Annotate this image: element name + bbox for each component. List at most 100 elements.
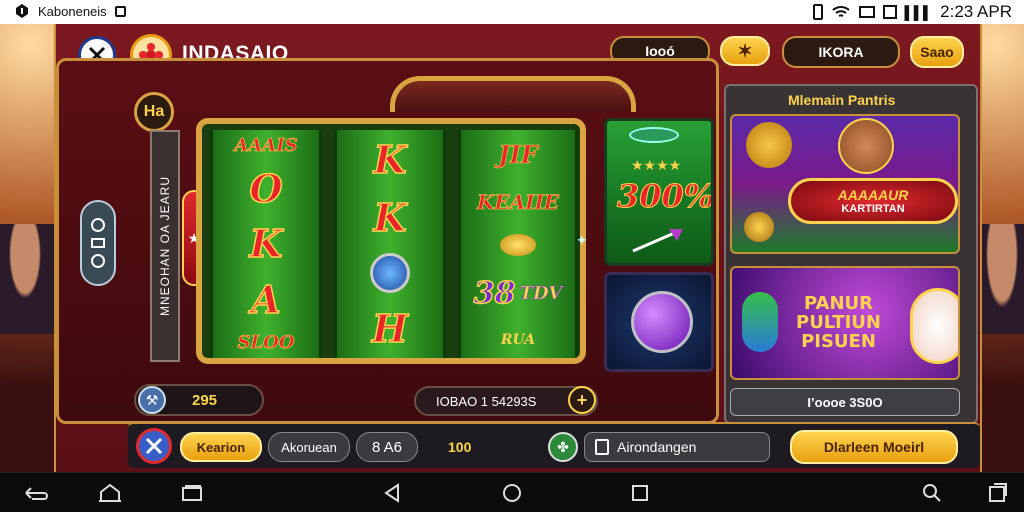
promo-card-2-line3: PISUEN	[801, 331, 876, 352]
recents-icon	[182, 485, 202, 501]
clover-chips-icon	[742, 292, 778, 352]
bonus-tile-gem-icon	[629, 127, 679, 143]
screenshot-icon	[989, 483, 1007, 502]
bonus-stars: ★★★★	[631, 157, 682, 173]
slot-reels: AAAIS O K A SLOO K K H JIF KEAIIE 38 TDV…	[196, 118, 586, 364]
back-arrow-icon	[25, 487, 48, 500]
arrow-icon	[632, 229, 683, 253]
reel-symbol: TDV	[519, 283, 563, 305]
status-app-name: Kaboneneis	[38, 3, 107, 19]
reel-symbol: AAAIS	[234, 135, 298, 157]
home-circle-icon	[503, 484, 521, 502]
balance-info-text: IOBAO 1 54293S	[436, 393, 537, 409]
signal-icon: ▌▌▌	[904, 4, 933, 20]
promo-card-2[interactable]: PANUR PULTIUN PISUEN	[730, 266, 960, 380]
reel-symbol: JIF	[498, 140, 538, 170]
promo-card-2-line2: PULTIUN	[796, 312, 881, 333]
navigation-bar	[0, 472, 1024, 512]
screen-icon	[858, 6, 875, 18]
reel-column-1: AAAIS O K A SLOO	[210, 130, 322, 358]
search-field-label: Airondangen	[617, 439, 697, 455]
reel-column-3: JIF KEAIIE 38 TDV RUA	[458, 130, 578, 358]
home-button[interactable]	[498, 481, 526, 505]
bottom-settings-button[interactable]	[136, 428, 172, 464]
reel-symbol: H	[371, 306, 408, 353]
document-icon	[595, 439, 609, 455]
bonus-tile[interactable]: ★★★★ 300%	[604, 118, 714, 266]
reel-symbol: RUA	[500, 331, 536, 348]
reel-symbol: O	[249, 166, 284, 213]
reel-symbol: K	[373, 136, 408, 183]
reel-symbol: K	[373, 194, 408, 241]
back-button[interactable]	[378, 481, 406, 505]
reel-symbol: 38	[473, 276, 516, 313]
side-control-bottom-icon	[91, 254, 105, 268]
status-time: 2:23 APR	[940, 2, 1012, 21]
bonus-percent: 300%	[616, 177, 714, 216]
star-icon: ✶	[737, 40, 753, 61]
clover-button[interactable]: ✤	[548, 432, 578, 462]
square-icon	[632, 485, 648, 501]
purple-orb-icon	[631, 291, 693, 353]
magnifier-symbol-icon	[370, 253, 410, 294]
left-side-control[interactable]	[80, 200, 116, 286]
top-arch-ornament	[390, 76, 636, 112]
reel-column-2: K K H	[334, 130, 446, 358]
wifi-icon	[831, 6, 850, 17]
reel-symbol: A	[250, 276, 281, 323]
notification-icon	[114, 5, 126, 17]
reel-symbol: K	[249, 221, 284, 268]
coins-display[interactable]: IKORA	[782, 36, 900, 68]
promo-card-2-line1: PANUR	[803, 293, 873, 314]
search-field[interactable]: Airondangen	[584, 432, 770, 462]
orb-tile[interactable]	[604, 272, 714, 372]
clown-character-icon	[910, 288, 958, 364]
chips-icon	[744, 212, 774, 242]
balance-display[interactable]: ⚒ 295	[134, 384, 264, 416]
balance-value: 295	[192, 391, 218, 409]
promo-card-1-subtitle: KARTIRTAN	[841, 203, 905, 215]
reel-symbol-row: 38 TDV	[473, 276, 563, 313]
vibrate-icon	[812, 4, 823, 20]
promo-card-2-text: PANUR PULTIUN PISUEN	[796, 294, 881, 351]
house-icon	[99, 483, 121, 502]
character-host-icon	[838, 118, 894, 174]
plus-icon: +	[576, 389, 588, 410]
coins-symbol-icon	[500, 233, 536, 256]
tools-icon	[145, 437, 163, 455]
promo-card-1[interactable]: AAAAAUR KARTIRTAN	[730, 114, 960, 254]
reel-symbol: SLOO	[237, 331, 295, 354]
favorite-button[interactable]: ✶	[720, 36, 770, 66]
search-nav-button[interactable]	[918, 481, 946, 505]
screenshot-button[interactable]	[984, 481, 1012, 505]
home-house-button[interactable]	[96, 481, 124, 505]
header-gold-button[interactable]: Saao	[910, 36, 964, 68]
clover-icon: ✤	[557, 438, 569, 455]
overview-button[interactable]	[626, 481, 654, 505]
bet-value: 100	[448, 439, 472, 455]
promo-card-1-banner: AAAAAUR KARTIRTAN	[788, 178, 958, 224]
left-badge: Ha	[134, 92, 174, 132]
promo-card-1-title: AAAAAUR	[837, 187, 909, 203]
search-icon	[923, 484, 941, 502]
cta-button[interactable]: Dlarleen Moeirl	[790, 430, 958, 464]
back-triangle-icon	[384, 483, 399, 503]
status-bar: Kaboneneis ▌▌▌ 2:23 APR	[0, 0, 1024, 24]
vertical-banner-text: MNEOHAN OA JEARU	[158, 175, 172, 317]
left-vertical-banner: MNEOHAN OA JEARU	[150, 130, 180, 362]
bottom-mid-button[interactable]: Akoruean	[268, 432, 350, 462]
back-arrow-button[interactable]	[22, 481, 50, 505]
edit-icon	[882, 5, 897, 19]
side-control-top-icon	[91, 218, 105, 232]
left-person-silhouette	[0, 224, 54, 334]
wrench-icon: ⚒	[138, 386, 166, 414]
recents-left-button[interactable]	[178, 481, 206, 505]
bet-level-display[interactable]: 8 A6	[356, 432, 418, 462]
account-button[interactable]: Kearion	[180, 432, 262, 462]
reel-symbol: KEAIIE	[476, 189, 560, 214]
side-control-mid-icon	[91, 238, 105, 248]
promo-panel-button[interactable]: I’oooe 3S0O	[730, 388, 960, 416]
reel-side-diamond-icon: ✦	[576, 232, 588, 248]
app-logo-icon	[16, 4, 28, 18]
add-balance-button[interactable]: +	[568, 386, 596, 414]
